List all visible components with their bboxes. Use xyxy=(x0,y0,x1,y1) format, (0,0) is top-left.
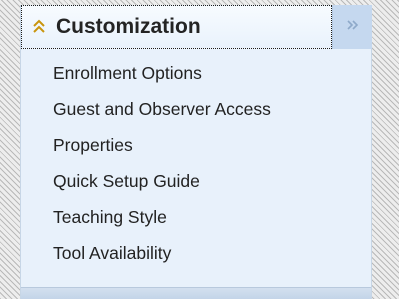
menu-item-guest-and-observer-access[interactable]: Guest and Observer Access xyxy=(53,92,271,128)
panel-title[interactable]: Customization xyxy=(56,15,201,39)
panel-header[interactable]: Customization xyxy=(21,5,332,49)
menu-item-teaching-style[interactable]: Teaching Style xyxy=(53,200,271,236)
menu-item-quick-setup-guide[interactable]: Quick Setup Guide xyxy=(53,164,271,200)
menu-item-tool-availability[interactable]: Tool Availability xyxy=(53,236,271,272)
expand-panel-button[interactable] xyxy=(332,5,372,49)
next-panel-header-edge xyxy=(21,287,371,299)
customization-panel: Customization Enrollment Options Guest a… xyxy=(20,5,372,299)
double-chevron-right-icon xyxy=(346,18,360,37)
menu-item-properties[interactable]: Properties xyxy=(53,128,271,164)
customization-menu: Enrollment Options Guest and Observer Ac… xyxy=(53,56,271,272)
menu-item-enrollment-options[interactable]: Enrollment Options xyxy=(53,56,271,92)
double-chevron-up-icon[interactable] xyxy=(32,18,46,36)
